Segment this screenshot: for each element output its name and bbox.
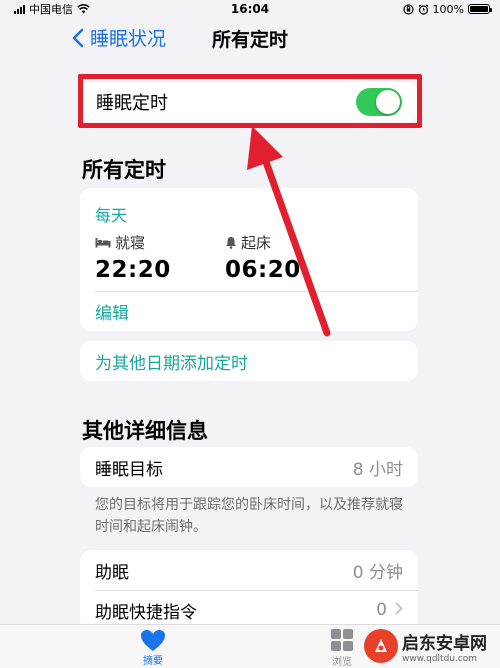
wake-label: 起床	[241, 234, 272, 252]
annotation-highlight-box	[78, 74, 422, 128]
sleep-goal-value: 8 小时	[352, 459, 403, 480]
add-schedule-label: 为其他日期添加定时	[95, 353, 248, 374]
tab-summary[interactable]: 摘要	[140, 629, 166, 667]
schedule-frequency: 每天	[95, 206, 128, 225]
divider	[95, 291, 418, 292]
sleep-goal-note: 您的目标将用于跟踪您的卧床时间，以及推荐就寝时间和起床闹钟。	[95, 497, 403, 535]
tab-browse[interactable]: 浏览	[331, 629, 353, 668]
tab-browse-label: 浏览	[332, 657, 352, 668]
wind-down-label: 助眠	[95, 562, 129, 583]
wind-down-row[interactable]: 助眠 0 分钟	[80, 550, 418, 590]
details-header: 其他详细信息	[82, 419, 208, 443]
watermark-url: www.qdltdu.com	[402, 653, 478, 664]
grid-icon	[331, 629, 353, 651]
watermark-name: 启东安卓网	[402, 633, 487, 654]
battery-percent: 100%	[432, 2, 464, 16]
sleep-goal-label: 睡眠目标	[95, 459, 163, 480]
edit-button[interactable]: 编辑	[95, 299, 129, 324]
signal-icon	[14, 4, 25, 14]
bed-icon	[95, 238, 111, 248]
wifi-icon	[77, 4, 90, 14]
chevron-right-icon	[395, 600, 403, 620]
sleep-goal-row[interactable]: 睡眠目标 8 小时	[80, 447, 418, 487]
all-schedules-header: 所有定时	[82, 158, 166, 182]
divider	[95, 590, 418, 591]
page-title: 所有定时	[211, 29, 288, 51]
shortcuts-label: 助眠快捷指令	[95, 602, 197, 623]
heart-icon	[141, 630, 165, 651]
watermark: 启东安卓网 www.qdltdu.com	[364, 627, 498, 665]
bell-icon	[226, 237, 236, 249]
add-schedule-button[interactable]: 为其他日期添加定时	[80, 341, 418, 381]
status-bar: 中国电信 16:04 100%	[0, 0, 500, 18]
battery-icon	[468, 4, 492, 14]
shortcuts-value: 0	[376, 600, 387, 620]
alarm-icon	[418, 4, 428, 15]
wake-value: 06:20	[225, 257, 301, 283]
schedule-card[interactable]: 每天 就寝 22:20 起床 06:20 编辑	[80, 188, 418, 331]
tab-summary-label: 摘要	[143, 656, 163, 667]
wind-down-value: 0 分钟	[352, 562, 403, 583]
status-left: 中国电信	[14, 1, 90, 17]
carrier-name: 中国电信	[29, 3, 73, 16]
orientation-lock-icon	[402, 3, 414, 15]
watermark-logo-icon	[364, 629, 398, 663]
bedtime-label: 就寝	[115, 234, 146, 252]
wind-down-card: 助眠 0 分钟 助眠快捷指令 0	[80, 550, 418, 630]
wake-block: 起床 06:20	[225, 232, 301, 283]
navigation-bar: 睡眠状况 所有定时	[0, 18, 500, 58]
status-right: 100%	[402, 2, 492, 16]
bedtime-block: 就寝 22:20	[95, 232, 171, 283]
bedtime-value: 22:20	[95, 257, 171, 283]
